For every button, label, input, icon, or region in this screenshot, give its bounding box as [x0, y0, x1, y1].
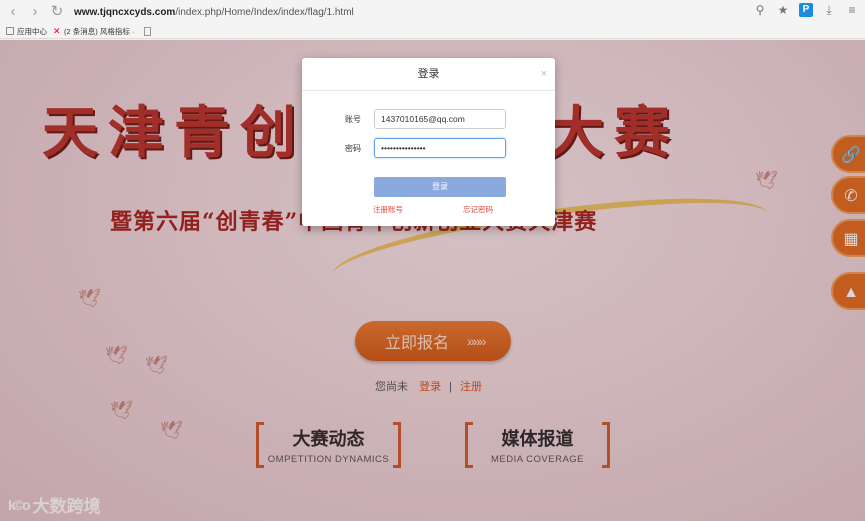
password-label: 密码 [345, 143, 361, 153]
register-account-link[interactable]: 注册账号 [373, 204, 403, 215]
url-host: www.tjqncxcyds.com [74, 6, 176, 18]
bookmark-label: (2 条消息) 风格指标 · [64, 26, 135, 36]
url-path: /index.php/Home/Index/index/flag/1.html [175, 6, 354, 18]
bookmark-app-center[interactable]: 应用中心 [6, 26, 47, 37]
account-label: 账号 [345, 114, 361, 124]
forward-icon[interactable]: › [26, 3, 44, 21]
forgot-password-link[interactable]: 忘记密码 [463, 204, 493, 215]
browser-toolbar: ‹ › ↻ www.tjqncxcyds.com/index.php/Home/… [0, 0, 865, 24]
toolbar-right: ⚲ ★ P ⤓ ≡ [753, 3, 859, 17]
account-input[interactable] [374, 109, 506, 129]
star-icon[interactable]: ★ [776, 3, 790, 17]
back-icon[interactable]: ‹ [4, 3, 22, 21]
menu-icon[interactable]: ≡ [845, 3, 859, 17]
download-icon[interactable]: ⤓ [822, 3, 836, 17]
account-row: 账号 [302, 109, 555, 129]
modal-title: 登录 [417, 68, 440, 80]
close-icon[interactable]: × [541, 58, 547, 91]
modal-header: 登录 × [302, 58, 555, 91]
modal-links: 注册账号 忘记密码 [302, 204, 555, 215]
address-bar[interactable]: www.tjqncxcyds.com/index.php/Home/Index/… [74, 7, 354, 18]
extension-p-icon[interactable]: P [799, 3, 813, 17]
password-input[interactable] [374, 138, 506, 158]
password-row: 密码 [302, 138, 555, 158]
folder-icon [6, 27, 14, 35]
bookmark-label: 应用中心 [17, 26, 47, 36]
document-icon[interactable] [144, 26, 152, 36]
tools-icon[interactable]: ⚲ [753, 3, 767, 17]
reload-icon[interactable]: ↻ [48, 3, 66, 21]
site-favicon-icon: ✕ [53, 26, 61, 36]
bookmark-messages[interactable]: ✕ (2 条消息) 风格指标 · [53, 26, 134, 37]
login-modal: 登录 × 账号 密码 登录 注册账号 忘记密码 [302, 58, 555, 226]
login-submit-button[interactable]: 登录 [374, 177, 506, 197]
bookmarks-bar: 应用中心 ✕ (2 条消息) 风格指标 · [0, 24, 865, 39]
